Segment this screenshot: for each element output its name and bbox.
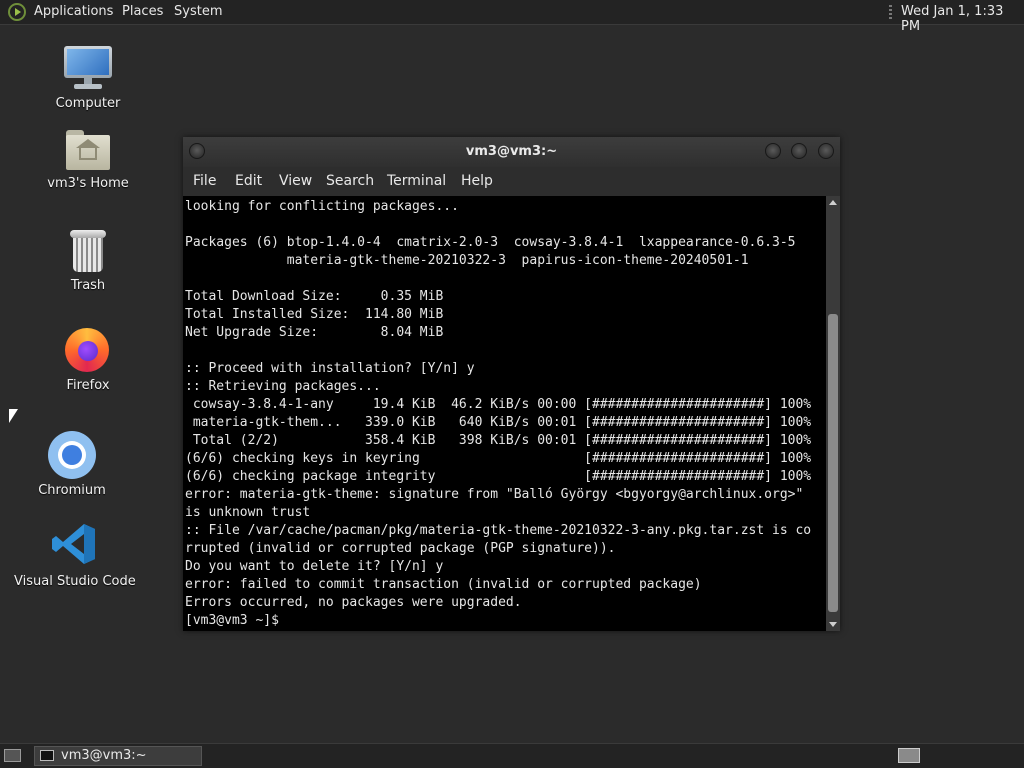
terminal-scrollbar[interactable]: [826, 196, 840, 631]
maximize-button[interactable]: [791, 143, 807, 159]
desktop-icon-trash[interactable]: Trash: [48, 230, 128, 293]
panel-separator: [889, 5, 892, 20]
terminal-output: looking for conflicting packages... Pack…: [183, 196, 826, 630]
clock[interactable]: Wed Jan 1, 1:33 PM: [901, 4, 1024, 34]
terminal-line: error: materia-gtk-theme: signature from…: [185, 487, 804, 502]
workspace-switcher[interactable]: [898, 748, 920, 763]
menu-edit[interactable]: Edit: [235, 173, 262, 189]
terminal-line: Total Download Size: 0.35 MiB: [185, 289, 444, 304]
terminal-line: is unknown trust: [185, 505, 311, 520]
scroll-up-arrow-icon[interactable]: [829, 200, 837, 205]
terminal-line: Net Upgrade Size: 8.04 MiB: [185, 325, 444, 340]
scroll-down-arrow-icon[interactable]: [829, 622, 837, 627]
mouse-cursor-icon: [9, 409, 18, 423]
terminal-output-area[interactable]: looking for conflicting packages... Pack…: [183, 196, 826, 631]
terminal-line: :: Proceed with installation? [Y/n] y: [185, 361, 475, 376]
desktop-icon-label: Chromium: [38, 483, 106, 498]
taskbar-item-label: vm3@vm3:~: [61, 748, 147, 763]
desktop-icon-computer[interactable]: Computer: [48, 46, 128, 111]
terminal-icon: [40, 750, 54, 761]
desktop-icon-label: Firefox: [66, 378, 110, 393]
scrollbar-thumb[interactable]: [828, 314, 838, 612]
menu-terminal[interactable]: Terminal: [387, 173, 446, 189]
trash-icon: [70, 230, 106, 274]
terminal-line: :: Retrieving packages...: [185, 379, 381, 394]
terminal-line: [vm3@vm3 ~]$: [185, 613, 287, 628]
minimize-button[interactable]: [765, 143, 781, 159]
terminal-line: Do you want to delete it? [Y/n] y: [185, 559, 444, 574]
terminal-window[interactable]: vm3@vm3:~ File Edit View Search Terminal…: [183, 137, 840, 631]
taskbar-item-terminal[interactable]: vm3@vm3:~: [34, 746, 202, 766]
computer-icon: [64, 46, 112, 92]
chromium-icon: [48, 431, 96, 479]
menu-search[interactable]: Search: [326, 173, 374, 189]
firefox-icon: [65, 326, 111, 372]
bottom-panel: vm3@vm3:~: [0, 743, 1024, 768]
terminal-line: Total Installed Size: 114.80 MiB: [185, 307, 444, 322]
desktop-icon-firefox[interactable]: Firefox: [48, 326, 128, 393]
terminal-line: rrupted (invalid or corrupted package (P…: [185, 541, 616, 556]
terminal-line: Packages (6) btop-1.4.0-4 cmatrix-2.0-3 …: [185, 235, 796, 250]
terminal-line: error: failed to commit transaction (inv…: [185, 577, 702, 592]
menu-system[interactable]: System: [174, 4, 222, 19]
window-title: vm3@vm3:~: [465, 144, 558, 159]
show-desktop-icon[interactable]: [4, 749, 21, 762]
terminal-line: Errors occurred, no packages were upgrad…: [185, 595, 522, 610]
terminal-line: :: File /var/cache/pacman/pkg/materia-gt…: [185, 523, 812, 538]
desktop-icon-label: Trash: [70, 278, 106, 293]
terminal-line: Total (2/2) 358.4 KiB 398 KiB/s 00:01 [#…: [185, 433, 812, 448]
applications-logo-icon[interactable]: [8, 3, 26, 21]
terminal-line: materia-gtk-theme-20210322-3 papirus-ico…: [185, 253, 749, 268]
menu-applications[interactable]: Applications: [34, 4, 113, 19]
terminal-menubar: File Edit View Search Terminal Help: [183, 167, 840, 195]
menu-file[interactable]: File: [193, 173, 216, 189]
terminal-line: looking for conflicting packages...: [185, 199, 459, 214]
menu-view[interactable]: View: [279, 173, 312, 189]
desktop-icon-vscode[interactable]: Visual Studio Code: [14, 522, 136, 589]
top-panel: Applications Places System Wed Jan 1, 1:…: [0, 0, 1024, 34]
desktop-icon-chromium[interactable]: Chromium: [32, 431, 112, 498]
terminal-line: (6/6) checking package integrity [######…: [185, 469, 812, 484]
terminal-line: (6/6) checking keys in keyring [########…: [185, 451, 812, 466]
vscode-icon: [51, 522, 97, 566]
home-folder-icon: [66, 130, 110, 170]
close-button[interactable]: [818, 143, 834, 159]
desktop-icon-label: vm3's Home: [47, 176, 129, 191]
terminal-line: cowsay-3.8.4-1-any 19.4 KiB 46.2 KiB/s 0…: [185, 397, 812, 412]
window-titlebar[interactable]: vm3@vm3:~: [183, 137, 840, 167]
menu-places[interactable]: Places: [122, 4, 163, 19]
desktop-icon-home[interactable]: vm3's Home: [43, 130, 133, 191]
menu-help[interactable]: Help: [461, 173, 493, 189]
desktop-icon-label: Computer: [55, 96, 121, 111]
terminal-line: materia-gtk-them... 339.0 KiB 640 KiB/s …: [185, 415, 812, 430]
desktop-icon-label: Visual Studio Code: [14, 574, 136, 589]
